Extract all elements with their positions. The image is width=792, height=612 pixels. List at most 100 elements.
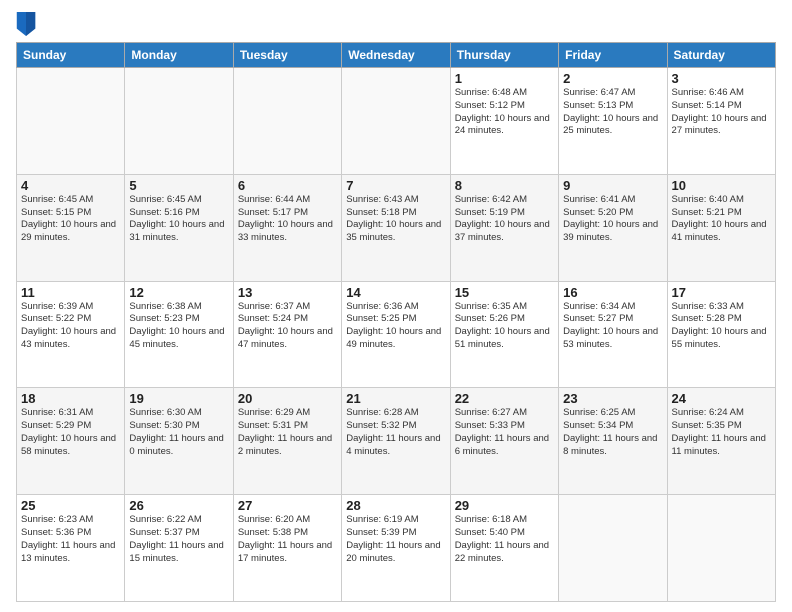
day-number: 2 (563, 71, 662, 86)
weekday-monday: Monday (125, 43, 233, 68)
day-number: 17 (672, 285, 771, 300)
day-number: 24 (672, 391, 771, 406)
day-info: Sunrise: 6:45 AM Sunset: 5:15 PM Dayligh… (21, 194, 120, 245)
day-info: Sunrise: 6:35 AM Sunset: 5:26 PM Dayligh… (455, 301, 554, 352)
day-number: 16 (563, 285, 662, 300)
day-info: Sunrise: 6:43 AM Sunset: 5:18 PM Dayligh… (346, 194, 445, 245)
day-cell: 3Sunrise: 6:46 AM Sunset: 5:14 PM Daylig… (667, 68, 775, 175)
day-info: Sunrise: 6:29 AM Sunset: 5:31 PM Dayligh… (238, 407, 337, 458)
logo (16, 12, 40, 36)
day-cell: 18Sunrise: 6:31 AM Sunset: 5:29 PM Dayli… (17, 388, 125, 495)
weekday-sunday: Sunday (17, 43, 125, 68)
day-cell (342, 68, 450, 175)
day-cell: 22Sunrise: 6:27 AM Sunset: 5:33 PM Dayli… (450, 388, 558, 495)
day-number: 3 (672, 71, 771, 86)
day-info: Sunrise: 6:47 AM Sunset: 5:13 PM Dayligh… (563, 87, 662, 138)
day-number: 11 (21, 285, 120, 300)
day-cell: 11Sunrise: 6:39 AM Sunset: 5:22 PM Dayli… (17, 281, 125, 388)
day-cell: 24Sunrise: 6:24 AM Sunset: 5:35 PM Dayli… (667, 388, 775, 495)
day-info: Sunrise: 6:45 AM Sunset: 5:16 PM Dayligh… (129, 194, 228, 245)
day-number: 21 (346, 391, 445, 406)
day-number: 20 (238, 391, 337, 406)
day-cell: 13Sunrise: 6:37 AM Sunset: 5:24 PM Dayli… (233, 281, 341, 388)
weekday-header-row: SundayMondayTuesdayWednesdayThursdayFrid… (17, 43, 776, 68)
day-info: Sunrise: 6:25 AM Sunset: 5:34 PM Dayligh… (563, 407, 662, 458)
day-number: 7 (346, 178, 445, 193)
day-number: 27 (238, 498, 337, 513)
day-info: Sunrise: 6:39 AM Sunset: 5:22 PM Dayligh… (21, 301, 120, 352)
day-cell: 15Sunrise: 6:35 AM Sunset: 5:26 PM Dayli… (450, 281, 558, 388)
day-cell: 12Sunrise: 6:38 AM Sunset: 5:23 PM Dayli… (125, 281, 233, 388)
day-number: 23 (563, 391, 662, 406)
day-info: Sunrise: 6:40 AM Sunset: 5:21 PM Dayligh… (672, 194, 771, 245)
week-row-2: 11Sunrise: 6:39 AM Sunset: 5:22 PM Dayli… (17, 281, 776, 388)
day-number: 6 (238, 178, 337, 193)
week-row-4: 25Sunrise: 6:23 AM Sunset: 5:36 PM Dayli… (17, 495, 776, 602)
day-info: Sunrise: 6:31 AM Sunset: 5:29 PM Dayligh… (21, 407, 120, 458)
page-header (16, 12, 776, 36)
day-cell: 9Sunrise: 6:41 AM Sunset: 5:20 PM Daylig… (559, 174, 667, 281)
day-cell: 25Sunrise: 6:23 AM Sunset: 5:36 PM Dayli… (17, 495, 125, 602)
day-cell: 28Sunrise: 6:19 AM Sunset: 5:39 PM Dayli… (342, 495, 450, 602)
day-number: 18 (21, 391, 120, 406)
day-cell: 5Sunrise: 6:45 AM Sunset: 5:16 PM Daylig… (125, 174, 233, 281)
day-cell: 27Sunrise: 6:20 AM Sunset: 5:38 PM Dayli… (233, 495, 341, 602)
weekday-saturday: Saturday (667, 43, 775, 68)
day-info: Sunrise: 6:42 AM Sunset: 5:19 PM Dayligh… (455, 194, 554, 245)
day-cell: 16Sunrise: 6:34 AM Sunset: 5:27 PM Dayli… (559, 281, 667, 388)
day-cell: 20Sunrise: 6:29 AM Sunset: 5:31 PM Dayli… (233, 388, 341, 495)
day-cell: 17Sunrise: 6:33 AM Sunset: 5:28 PM Dayli… (667, 281, 775, 388)
day-cell: 21Sunrise: 6:28 AM Sunset: 5:32 PM Dayli… (342, 388, 450, 495)
day-cell: 23Sunrise: 6:25 AM Sunset: 5:34 PM Dayli… (559, 388, 667, 495)
day-info: Sunrise: 6:19 AM Sunset: 5:39 PM Dayligh… (346, 514, 445, 565)
day-number: 1 (455, 71, 554, 86)
day-info: Sunrise: 6:37 AM Sunset: 5:24 PM Dayligh… (238, 301, 337, 352)
day-info: Sunrise: 6:28 AM Sunset: 5:32 PM Dayligh… (346, 407, 445, 458)
day-number: 22 (455, 391, 554, 406)
day-number: 19 (129, 391, 228, 406)
week-row-1: 4Sunrise: 6:45 AM Sunset: 5:15 PM Daylig… (17, 174, 776, 281)
day-number: 28 (346, 498, 445, 513)
day-cell: 8Sunrise: 6:42 AM Sunset: 5:19 PM Daylig… (450, 174, 558, 281)
day-number: 15 (455, 285, 554, 300)
day-cell: 6Sunrise: 6:44 AM Sunset: 5:17 PM Daylig… (233, 174, 341, 281)
day-cell (125, 68, 233, 175)
day-info: Sunrise: 6:33 AM Sunset: 5:28 PM Dayligh… (672, 301, 771, 352)
day-info: Sunrise: 6:36 AM Sunset: 5:25 PM Dayligh… (346, 301, 445, 352)
day-info: Sunrise: 6:22 AM Sunset: 5:37 PM Dayligh… (129, 514, 228, 565)
day-info: Sunrise: 6:30 AM Sunset: 5:30 PM Dayligh… (129, 407, 228, 458)
day-cell: 26Sunrise: 6:22 AM Sunset: 5:37 PM Dayli… (125, 495, 233, 602)
weekday-friday: Friday (559, 43, 667, 68)
day-info: Sunrise: 6:34 AM Sunset: 5:27 PM Dayligh… (563, 301, 662, 352)
week-row-0: 1Sunrise: 6:48 AM Sunset: 5:12 PM Daylig… (17, 68, 776, 175)
day-number: 5 (129, 178, 228, 193)
day-cell: 19Sunrise: 6:30 AM Sunset: 5:30 PM Dayli… (125, 388, 233, 495)
day-cell (559, 495, 667, 602)
day-number: 14 (346, 285, 445, 300)
day-number: 9 (563, 178, 662, 193)
day-cell (233, 68, 341, 175)
day-number: 8 (455, 178, 554, 193)
weekday-tuesday: Tuesday (233, 43, 341, 68)
day-cell (17, 68, 125, 175)
day-number: 29 (455, 498, 554, 513)
calendar-page: SundayMondayTuesdayWednesdayThursdayFrid… (0, 0, 792, 612)
day-cell: 2Sunrise: 6:47 AM Sunset: 5:13 PM Daylig… (559, 68, 667, 175)
day-info: Sunrise: 6:18 AM Sunset: 5:40 PM Dayligh… (455, 514, 554, 565)
day-info: Sunrise: 6:20 AM Sunset: 5:38 PM Dayligh… (238, 514, 337, 565)
weekday-wednesday: Wednesday (342, 43, 450, 68)
day-cell (667, 495, 775, 602)
day-cell: 1Sunrise: 6:48 AM Sunset: 5:12 PM Daylig… (450, 68, 558, 175)
day-number: 13 (238, 285, 337, 300)
day-info: Sunrise: 6:41 AM Sunset: 5:20 PM Dayligh… (563, 194, 662, 245)
day-info: Sunrise: 6:27 AM Sunset: 5:33 PM Dayligh… (455, 407, 554, 458)
day-info: Sunrise: 6:46 AM Sunset: 5:14 PM Dayligh… (672, 87, 771, 138)
day-number: 25 (21, 498, 120, 513)
day-info: Sunrise: 6:24 AM Sunset: 5:35 PM Dayligh… (672, 407, 771, 458)
day-info: Sunrise: 6:23 AM Sunset: 5:36 PM Dayligh… (21, 514, 120, 565)
logo-icon (16, 12, 36, 36)
calendar-table: SundayMondayTuesdayWednesdayThursdayFrid… (16, 42, 776, 602)
day-cell: 14Sunrise: 6:36 AM Sunset: 5:25 PM Dayli… (342, 281, 450, 388)
day-number: 26 (129, 498, 228, 513)
week-row-3: 18Sunrise: 6:31 AM Sunset: 5:29 PM Dayli… (17, 388, 776, 495)
